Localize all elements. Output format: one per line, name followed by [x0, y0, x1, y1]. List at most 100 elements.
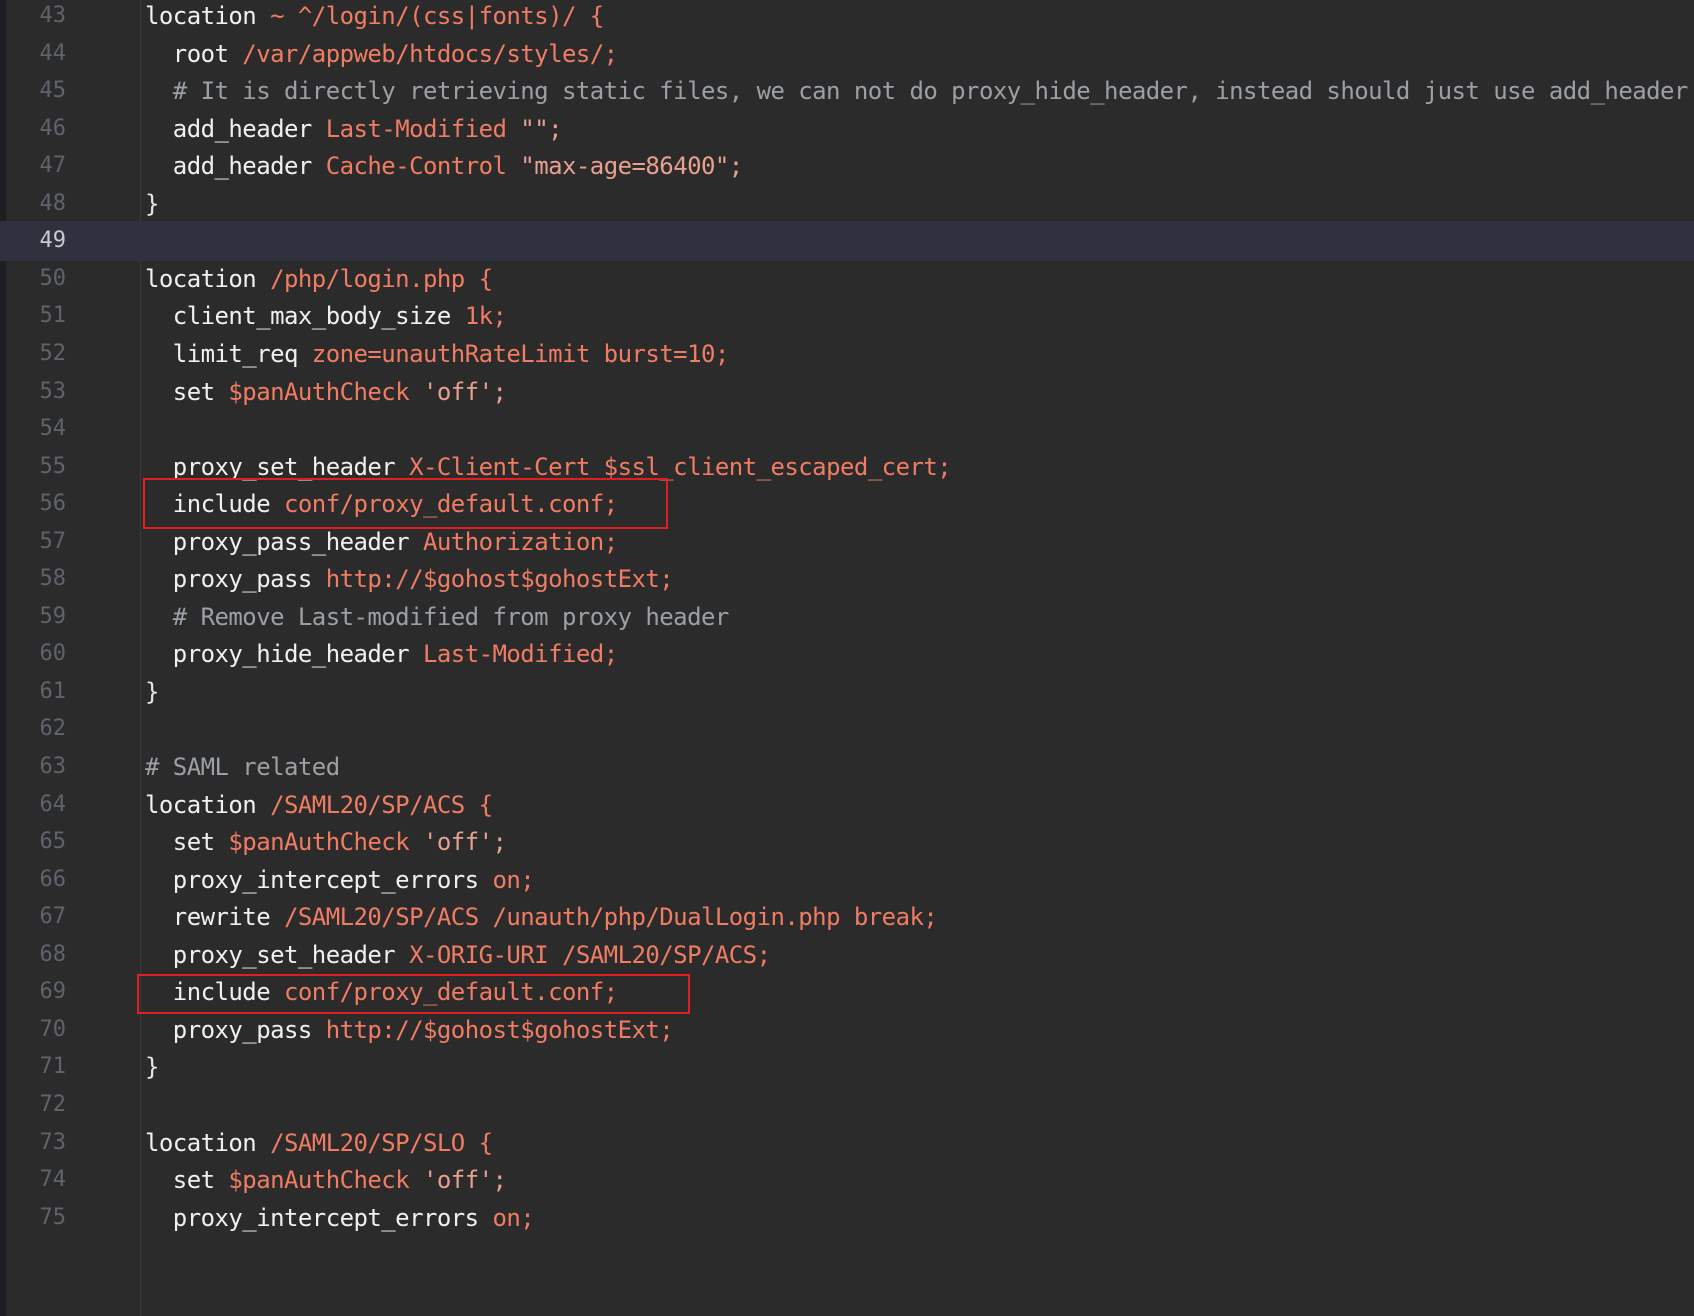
code-line[interactable]: 46 add_header Last-Modified "";	[0, 109, 1694, 149]
code-line[interactable]: 73 location /SAML20/SP/SLO {	[0, 1123, 1694, 1163]
line-number: 69	[39, 979, 67, 1005]
code-token: Cache-Control	[325, 152, 521, 181]
code-line[interactable]: 72	[0, 1085, 1694, 1125]
code-token: conf/proxy_default.conf;	[284, 490, 618, 519]
line-text: proxy_intercept_errors on;	[145, 1198, 535, 1238]
code-token: }	[145, 189, 159, 218]
code-token: conf/proxy_default.conf;	[284, 978, 618, 1007]
code-token: 'off';	[423, 1166, 507, 1195]
line-text: set $panAuthCheck 'off';	[145, 822, 507, 862]
line-number: 71	[39, 1054, 67, 1080]
code-line[interactable]: 65 set $panAuthCheck 'off';	[0, 822, 1694, 862]
code-token: 'off';	[423, 828, 507, 857]
line-text: proxy_hide_header Last-Modified;	[145, 634, 618, 674]
code-line[interactable]: 59 # Remove Last-modified from proxy hea…	[0, 597, 1694, 637]
line-text: }	[145, 184, 159, 224]
code-token: $panAuthCheck	[228, 1166, 423, 1195]
line-number: 64	[39, 791, 67, 817]
code-token: "max-age=86400";	[520, 152, 743, 181]
code-line[interactable]: 57 proxy_pass_header Authorization;	[0, 522, 1694, 562]
line-number: 66	[39, 866, 67, 892]
line-number: 62	[39, 716, 67, 742]
line-text: set $panAuthCheck 'off';	[145, 372, 507, 412]
code-token: 'off';	[423, 377, 507, 406]
line-number: 47	[39, 153, 67, 179]
code-line[interactable]: 68 proxy_set_header X-ORIG-URI /SAML20/S…	[0, 935, 1694, 975]
line-text: limit_req zone=unauthRateLimit burst=10;	[145, 334, 730, 374]
code-line[interactable]: 62	[0, 709, 1694, 749]
line-text: location /SAML20/SP/SLO {	[145, 1123, 493, 1163]
code-line[interactable]: 45 # It is directly retrieving static fi…	[0, 71, 1694, 111]
code-line[interactable]: 47 add_header Cache-Control "max-age=864…	[0, 146, 1694, 186]
line-text: proxy_set_header X-Client-Cert $ssl_clie…	[145, 447, 952, 487]
code-token: proxy_hide_header	[145, 640, 423, 669]
code-token: proxy_pass_header	[145, 527, 423, 556]
code-token: $panAuthCheck	[228, 377, 423, 406]
code-token: # Remove Last-modified from proxy header	[145, 602, 730, 631]
code-line[interactable]: 48}	[0, 184, 1694, 224]
line-text: proxy_pass http://$gohost$gohostExt;	[145, 559, 674, 599]
line-text: }	[145, 672, 159, 712]
code-line[interactable]: 63 # SAML related	[0, 747, 1694, 787]
code-line[interactable]: 71}	[0, 1047, 1694, 1087]
code-token: 1k;	[464, 302, 507, 331]
line-text: proxy_pass http://$gohost$gohostExt;	[145, 1010, 674, 1050]
code-token: proxy_set_header	[145, 452, 410, 481]
code-token: rewrite	[145, 903, 284, 932]
code-line[interactable]: 53 set $panAuthCheck 'off';	[0, 372, 1694, 412]
code-line[interactable]: 64 location /SAML20/SP/ACS {	[0, 785, 1694, 825]
code-token: "";	[520, 114, 562, 143]
code-line[interactable]: 75 proxy_intercept_errors on;	[0, 1198, 1694, 1238]
line-text: proxy_pass_header Authorization;	[145, 522, 618, 562]
line-text: location /php/login.php {	[145, 259, 493, 299]
code-token: http://$gohost$gohostExt;	[325, 1015, 674, 1044]
line-text: add_header Last-Modified "";	[145, 109, 563, 149]
code-line[interactable]: 55 proxy_set_header X-Client-Cert $ssl_c…	[0, 447, 1694, 487]
code-token: # It is directly retrieving static files…	[145, 77, 1689, 106]
code-token: proxy_intercept_errors	[145, 865, 493, 894]
line-text: proxy_set_header X-ORIG-URI /SAML20/SP/A…	[145, 935, 771, 975]
line-number: 74	[39, 1167, 67, 1193]
code-line[interactable]: 52 limit_req zone=unauthRateLimit burst=…	[0, 334, 1694, 374]
code-token: set	[145, 1166, 229, 1195]
code-line[interactable]: 67 rewrite /SAML20/SP/ACS /unauth/php/Du…	[0, 897, 1694, 937]
code-token: X-ORIG-URI /SAML20/SP/ACS;	[409, 940, 771, 969]
code-token: location	[145, 1128, 271, 1157]
code-token: /SAML20/SP/ACS {	[270, 790, 493, 819]
line-number: 48	[39, 190, 67, 216]
code-line[interactable]: 43 location ~ ^/login/(css|fonts)/ {	[0, 0, 1694, 36]
code-line[interactable]: 50 location /php/login.php {	[0, 259, 1694, 299]
code-line[interactable]: 60 proxy_hide_header Last-Modified;	[0, 634, 1694, 674]
code-token: set	[145, 377, 229, 406]
line-text: # It is directly retrieving static files…	[145, 71, 1689, 111]
code-line[interactable]: 44 root /var/appweb/htdocs/styles/;	[0, 34, 1694, 74]
code-editor[interactable]: 43 location ~ ^/login/(css|fonts)/ {44 ro…	[0, 0, 1694, 1316]
code-line[interactable]: 61}	[0, 672, 1694, 712]
line-number: 46	[39, 115, 67, 141]
line-number: 75	[39, 1204, 67, 1230]
line-number: 45	[39, 78, 67, 104]
code-token: /php/login.php {	[270, 264, 493, 293]
line-number: 60	[39, 641, 67, 667]
code-token: /SAML20/SP/SLO {	[270, 1128, 493, 1157]
line-text: include conf/proxy_default.conf;	[145, 972, 618, 1012]
code-token: limit_req	[145, 339, 312, 368]
line-text: # Remove Last-modified from proxy header	[145, 597, 730, 637]
code-token: Last-Modified	[325, 114, 521, 143]
code-line[interactable]: 51 client_max_body_size 1k;	[0, 296, 1694, 336]
code-line[interactable]: 58 proxy_pass http://$gohost$gohostExt;	[0, 559, 1694, 599]
code-line[interactable]: 49	[0, 221, 1694, 262]
code-token: zone=unauthRateLimit burst=10;	[311, 339, 730, 368]
line-number: 67	[39, 904, 67, 930]
code-line[interactable]: 66 proxy_intercept_errors on;	[0, 860, 1694, 900]
code-line[interactable]: 74 set $panAuthCheck 'off';	[0, 1160, 1694, 1200]
code-line[interactable]: 69 include conf/proxy_default.conf;	[0, 972, 1694, 1012]
line-number: 70	[39, 1016, 67, 1042]
code-token: ~ ^/login/(css|fonts)/ {	[270, 2, 604, 30]
code-token: add_header	[145, 152, 326, 181]
code-token: on;	[492, 1203, 535, 1232]
code-line[interactable]: 56 include conf/proxy_default.conf;	[0, 484, 1694, 524]
code-line[interactable]: 54	[0, 409, 1694, 449]
code-token: $panAuthCheck	[228, 828, 423, 857]
code-line[interactable]: 70 proxy_pass http://$gohost$gohostExt;	[0, 1010, 1694, 1050]
